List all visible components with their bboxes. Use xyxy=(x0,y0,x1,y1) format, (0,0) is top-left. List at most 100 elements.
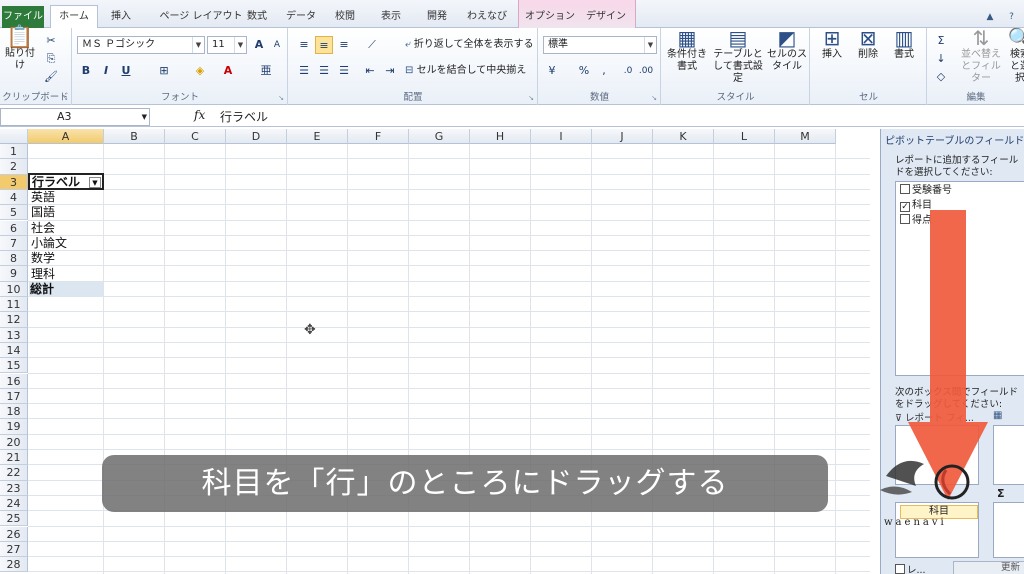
row-header-8[interactable]: 8 xyxy=(0,251,28,267)
values-area[interactable] xyxy=(993,502,1024,558)
borders-icon[interactable]: ⊞ xyxy=(155,62,173,80)
update-button[interactable]: 更新 xyxy=(953,561,1024,574)
tab-insert[interactable]: 挿入 xyxy=(104,8,138,28)
clipboard-launcher-icon[interactable]: ↘ xyxy=(62,94,68,102)
select-all-corner[interactable] xyxy=(0,129,28,144)
cell-a6[interactable]: 社会 xyxy=(30,221,103,236)
column-header-b[interactable]: B xyxy=(104,129,165,144)
row-header-17[interactable]: 17 xyxy=(0,388,28,405)
column-header-g[interactable]: G xyxy=(409,129,470,144)
minimize-ribbon-icon[interactable]: ▲ xyxy=(984,11,996,23)
row-header-20[interactable]: 20 xyxy=(0,434,28,450)
row-header-21[interactable]: 21 xyxy=(0,450,28,466)
decrease-decimal-icon[interactable]: .00 xyxy=(637,62,655,80)
row-header-6[interactable]: 6 xyxy=(0,220,28,236)
font-color-icon[interactable]: A xyxy=(219,62,237,80)
cell-a9[interactable]: 理科 xyxy=(30,267,103,282)
phonetic-icon[interactable]: 亜 xyxy=(257,62,275,80)
defer-checkbox-box[interactable] xyxy=(895,564,905,574)
sort-filter-button[interactable]: ⇅ 並べ替えとフィルター xyxy=(958,28,1004,85)
tab-view[interactable]: 表示 xyxy=(372,8,410,28)
column-header-d[interactable]: D xyxy=(226,129,287,144)
currency-icon[interactable]: ¥ xyxy=(543,62,561,80)
row-header-15[interactable]: 15 xyxy=(0,358,28,374)
fill-color-icon[interactable]: ◈ xyxy=(191,62,209,80)
orientation-icon[interactable]: ⟋ xyxy=(363,36,381,54)
column-header-a[interactable]: A xyxy=(28,129,104,144)
align-left-icon[interactable]: ☰ xyxy=(295,62,313,80)
row-header-26[interactable]: 26 xyxy=(0,526,28,542)
tab-options[interactable]: オプション xyxy=(523,8,577,28)
copy-icon[interactable]: ⎘ xyxy=(42,50,60,68)
grow-font-button[interactable]: A xyxy=(250,36,268,54)
column-header-l[interactable]: L xyxy=(714,129,775,144)
row-header-2[interactable]: 2 xyxy=(0,159,28,175)
row-header-14[interactable]: 14 xyxy=(0,342,28,359)
row-header-3[interactable]: 3 xyxy=(0,174,28,190)
column-header-e[interactable]: E xyxy=(287,129,348,144)
cell-a7[interactable]: 小論文 xyxy=(30,236,103,251)
field-checkbox[interactable] xyxy=(900,184,910,194)
row-header-19[interactable]: 19 xyxy=(0,419,28,435)
font-name-select[interactable]: ＭＳ Ｐゴシック ▼ xyxy=(77,36,205,54)
alignment-launcher-icon[interactable]: ↘ xyxy=(528,94,534,102)
row-header-9[interactable]: 9 xyxy=(0,266,28,282)
column-header-f[interactable]: F xyxy=(348,129,409,144)
align-right-icon[interactable]: ☰ xyxy=(335,62,353,80)
column-header-k[interactable]: K xyxy=(653,129,714,144)
cell-styles-button[interactable]: ◩ セルのスタイル xyxy=(766,28,808,73)
delete-cells-button[interactable]: ⊠ 削除 xyxy=(851,28,885,61)
align-center-icon[interactable]: ☰ xyxy=(315,62,333,80)
align-bottom-icon[interactable]: ≡ xyxy=(335,36,353,54)
shrink-font-button[interactable]: A xyxy=(268,36,286,54)
row-header-16[interactable]: 16 xyxy=(0,373,28,389)
tab-home[interactable]: ホーム xyxy=(50,5,98,29)
row-header-4[interactable]: 4 xyxy=(0,189,28,206)
cell-a4[interactable]: 英語 xyxy=(30,190,103,205)
decrease-indent-icon[interactable]: ⇤ xyxy=(361,62,379,80)
tab-design[interactable]: デザイン xyxy=(581,8,631,28)
name-box-dropdown-icon[interactable]: ▼ xyxy=(142,109,147,125)
cell-a5[interactable]: 国語 xyxy=(30,205,103,220)
number-launcher-icon[interactable]: ↘ xyxy=(651,94,657,102)
cell-a3-row-labels[interactable]: 行ラベル ▼ xyxy=(28,173,104,190)
insert-function-button[interactable]: fx xyxy=(194,108,205,122)
bold-button[interactable]: B xyxy=(77,62,95,80)
paste-button[interactable]: 📋 貼り付け xyxy=(2,27,38,72)
row-header-7[interactable]: 7 xyxy=(0,235,28,252)
row-header-5[interactable]: 5 xyxy=(0,205,28,221)
field-item-exam-number[interactable]: 受験番号 xyxy=(900,184,952,198)
fill-icon[interactable]: ↓ xyxy=(932,50,950,68)
formula-input[interactable]: 行ラベル xyxy=(220,108,268,125)
row-header-22[interactable]: 22 xyxy=(0,465,28,481)
tab-review[interactable]: 校閲 xyxy=(326,8,364,28)
row-header-28[interactable]: 28 xyxy=(0,557,28,573)
merge-center-button[interactable]: ⊟ セルを結合して中央揃え xyxy=(405,65,535,77)
insert-cells-button[interactable]: ⊞ 挿入 xyxy=(815,28,849,61)
autosum-icon[interactable]: Σ xyxy=(932,32,950,50)
row-header-10[interactable]: 10 xyxy=(0,281,28,297)
format-as-table-button[interactable]: ▤ テーブルとして書式設定 xyxy=(712,28,764,85)
clear-icon[interactable]: ◇ xyxy=(932,68,950,86)
tab-developer[interactable]: 開発 xyxy=(418,8,456,28)
cell-a8[interactable]: 数学 xyxy=(30,251,103,266)
row-header-1[interactable]: 1 xyxy=(0,144,28,160)
cell-a10-grand-total[interactable]: 総計 xyxy=(29,282,103,297)
wrap-text-button[interactable]: ⤶ 折り返して全体を表示する xyxy=(405,39,535,51)
column-header-c[interactable]: C xyxy=(165,129,226,144)
filter-dropdown-icon[interactable]: ▼ xyxy=(89,177,101,188)
defer-update-checkbox[interactable]: レ... xyxy=(895,562,926,574)
column-labels-area[interactable] xyxy=(993,425,1024,485)
row-header-24[interactable]: 24 xyxy=(0,495,28,512)
row-header-23[interactable]: 23 xyxy=(0,480,28,496)
row-header-11[interactable]: 11 xyxy=(0,297,28,313)
increase-decimal-icon[interactable]: .0 xyxy=(619,62,637,80)
column-header-m[interactable]: M xyxy=(775,129,836,144)
italic-button[interactable]: I xyxy=(97,62,115,80)
percent-button[interactable]: % xyxy=(575,62,593,80)
help-icon[interactable]: ? xyxy=(1006,11,1018,23)
number-format-select[interactable]: 標準 ▼ xyxy=(543,36,657,54)
row-header-13[interactable]: 13 xyxy=(0,327,28,343)
align-middle-icon[interactable]: ≡ xyxy=(315,36,333,54)
cut-icon[interactable]: ✂ xyxy=(42,32,60,50)
